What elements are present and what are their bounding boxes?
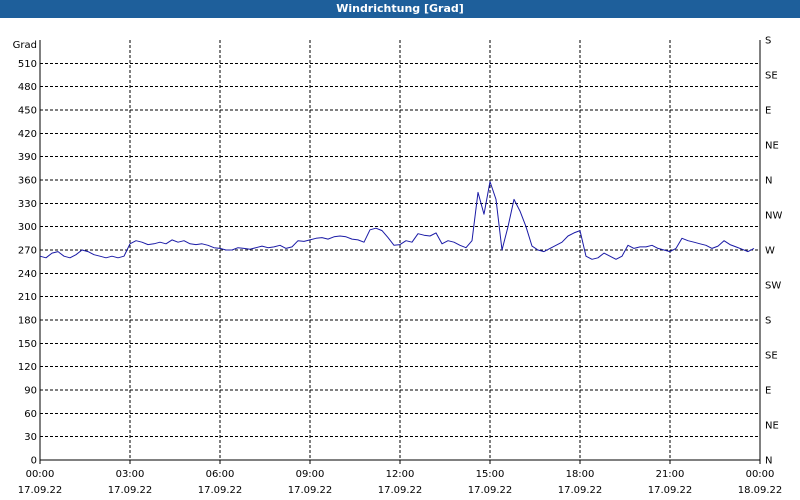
y-tick-label: 0: [31, 456, 37, 467]
y-tick-label: 390: [18, 152, 37, 163]
x-tick-time: 06:00: [206, 469, 235, 480]
x-tick-date: 18.09.22: [738, 485, 783, 496]
compass-label: E: [765, 106, 771, 117]
y-tick-label: 120: [18, 362, 37, 373]
compass-label: NE: [765, 421, 779, 432]
x-tick-date: 17.09.22: [18, 485, 63, 496]
y-tick-label: 210: [18, 292, 37, 303]
x-tick-date: 17.09.22: [108, 485, 153, 496]
compass-label: S: [765, 36, 771, 47]
window-title: Windrichtung [Grad]: [0, 0, 800, 18]
wind-direction-chart: 0 30 60 90 120 150 180 210 240 270 300 330 360 390 420…: [13, 36, 783, 497]
y-tick-label: 180: [18, 316, 37, 327]
compass-label: N: [765, 456, 772, 467]
compass-label: S: [765, 316, 771, 327]
x-tick-time: 03:00: [116, 469, 145, 480]
y-tick-label: 450: [18, 106, 37, 117]
x-tick-time: 21:00: [656, 469, 685, 480]
compass-label: W: [765, 246, 775, 257]
x-tick-date: 17.09.22: [378, 485, 423, 496]
x-tick-date: 17.09.22: [288, 485, 333, 496]
compass-label: E: [765, 386, 771, 397]
y-tick-label: 30: [24, 432, 37, 443]
compass-label: SE: [765, 351, 778, 362]
x-tick-time: 09:00: [296, 469, 325, 480]
wind-direction-line: [39, 181, 755, 260]
y-tick-label: 300: [18, 222, 37, 233]
x-tick-date: 17.09.22: [648, 485, 693, 496]
x-tick-time: 15:00: [476, 469, 505, 480]
y-tick-label: 150: [18, 339, 37, 350]
y-tick-label: 330: [18, 199, 37, 210]
x-tick-time: 18:00: [566, 469, 595, 480]
x-tick-date: 17.09.22: [198, 485, 243, 496]
y-tick-label: 360: [18, 176, 37, 187]
y-tick-label: 60: [24, 409, 37, 420]
grid: [40, 40, 760, 460]
x-tick-date: 17.09.22: [468, 485, 513, 496]
y-tick-label: 480: [18, 82, 37, 93]
y-tick-label: 270: [18, 246, 37, 257]
compass-label: SE: [765, 71, 778, 82]
y-tick-label: 420: [18, 129, 37, 140]
x-tick-time: 00:00: [746, 469, 775, 480]
compass-label: NE: [765, 141, 779, 152]
series: [39, 181, 755, 260]
y-axis-label: Grad: [13, 40, 37, 51]
compass-label: NW: [765, 211, 782, 222]
x-tick-time: 12:00: [386, 469, 415, 480]
x-tick-date: 17.09.22: [558, 485, 603, 496]
labels: 0 30 60 90 120 150 180 210 240 270 300 330 360 390 420…: [13, 36, 783, 497]
x-tick-time: 00:00: [26, 469, 55, 480]
y-tick-label: 240: [18, 269, 37, 280]
compass-label: N: [765, 176, 772, 187]
compass-label: SW: [765, 281, 781, 292]
y-tick-label: 510: [18, 59, 37, 70]
y-tick-label: 90: [24, 386, 37, 397]
